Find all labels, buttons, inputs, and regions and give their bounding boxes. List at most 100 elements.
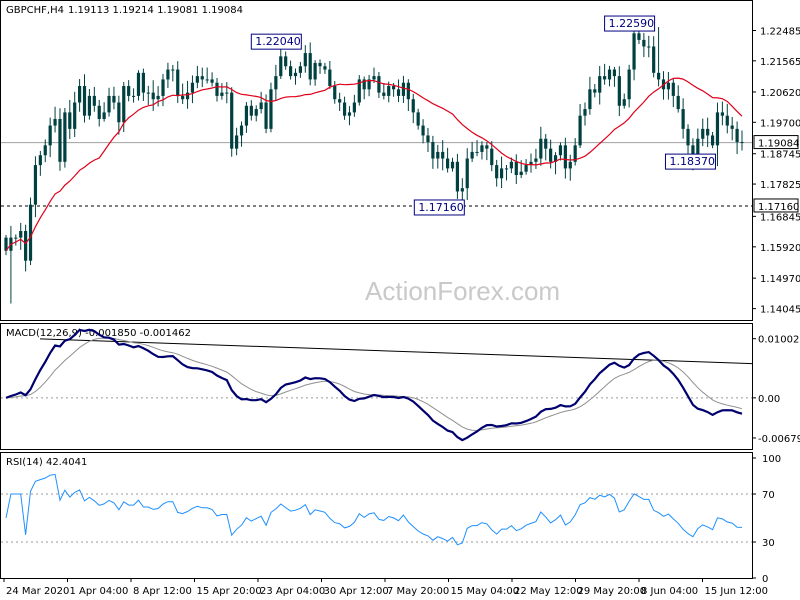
candle-body [372,76,376,80]
candle-body [220,92,224,96]
candle-body [146,92,150,94]
candle-body [450,161,455,169]
candle [357,75,361,106]
candle-body [313,62,317,80]
x-tick-label: 1 Apr 04:00 [70,586,129,597]
candle [269,82,273,133]
candle-body [485,145,489,149]
candle-body [338,99,342,103]
candle-body [632,33,636,70]
candle-body [396,89,401,96]
candle-body [544,138,548,149]
candle-body [117,102,121,123]
candle-body [161,79,165,96]
candle-body [549,148,553,162]
candle-body [441,151,445,159]
candle-body [293,72,298,77]
candle-body [446,158,450,169]
candle-body [735,128,739,143]
chart-canvas: ActionForex.com GBPCHF,H4 1.19113 1.1921… [0,0,800,597]
candle-body [127,86,131,96]
candle-body [28,204,33,261]
candle-body [470,151,474,159]
candle-body [519,171,523,175]
candle-body [328,69,332,87]
price-annotation: 1.22040 [250,33,302,50]
candle-body [73,102,77,129]
candle-body [279,56,283,77]
candle-body [48,125,52,146]
rsi-label: RSI(14) 42.4041 [6,457,87,468]
x-tick-label: 29 May 20:00 [578,586,647,597]
y-tick-label: 1.22485 [760,26,800,37]
candle-body [151,92,155,100]
price-tag-label: 1.19084 [758,139,799,150]
candle-body [392,86,396,90]
candle-body [225,92,229,94]
x-tick-label: 8 Apr 12:00 [133,586,192,597]
candle-body [264,102,268,129]
y-tick-label: 1.21565 [760,57,800,68]
candle-body [627,69,631,100]
macd-y-tick-label: 0.010028 [758,335,800,346]
candle [63,107,67,168]
y-tick-label: 1.20620 [760,88,800,99]
candle-body [706,128,710,136]
price-annotation: 1.18370 [664,153,716,170]
candle-body [514,161,518,175]
candle-body [14,237,18,239]
candle-body [136,72,141,96]
candle-body [63,112,67,162]
price-annotation: 1.17160 [413,199,465,216]
price-tag-label: 1.17160 [758,202,799,213]
candle-body [524,165,528,172]
candle-body [495,165,499,179]
x-tick-label: 23 Apr 04:00 [260,586,325,597]
candle-body [720,112,724,116]
candle-body [406,82,410,100]
x-tick-label: 8 Jun 04:00 [641,586,698,597]
candle-body [141,72,145,93]
candle-body [24,231,28,261]
rsi-y-tick-label: 0 [762,574,768,585]
candle-body [195,76,199,83]
candle-body [588,89,592,110]
candle-body [686,128,690,146]
support-price-tag: 1.17160 [753,198,799,213]
candle-body [622,99,626,106]
candle-body [539,138,543,159]
candle-body [740,142,744,144]
x-tick-label: 7 May 20:00 [387,586,449,597]
candle-body [578,115,582,146]
y-tick-label: 1.16845 [760,212,800,223]
candle-body [190,82,195,93]
candle-body [431,142,435,159]
candle-body [426,135,430,143]
candle-body [19,231,23,238]
candle-body [288,66,293,77]
candle-body [617,76,621,106]
price-annotation: 1.22590 [604,15,656,32]
candle-body [131,95,136,97]
candle-body [681,109,685,129]
candle-body [122,86,126,123]
candle-body [347,112,352,116]
candle-body [102,112,106,119]
candle-body [642,39,646,47]
x-tick-label: 24 Mar 2020 [6,586,69,597]
candle-body [205,79,209,81]
candle-body [352,102,356,113]
candle-body [112,95,116,103]
candle-body [475,151,479,153]
candle-body [333,86,337,100]
candle-body [710,135,715,146]
x-tick-label: 22 May 12:00 [514,586,583,597]
candle-body [656,72,661,80]
x-tick-label: 15 Jun 12:00 [705,586,769,597]
candle-body [68,112,72,129]
candle-body [612,69,617,77]
candle-body [33,165,38,205]
rsi-y-tick-label: 70 [762,490,775,501]
candle-body [715,112,720,146]
candle-body [166,69,170,80]
